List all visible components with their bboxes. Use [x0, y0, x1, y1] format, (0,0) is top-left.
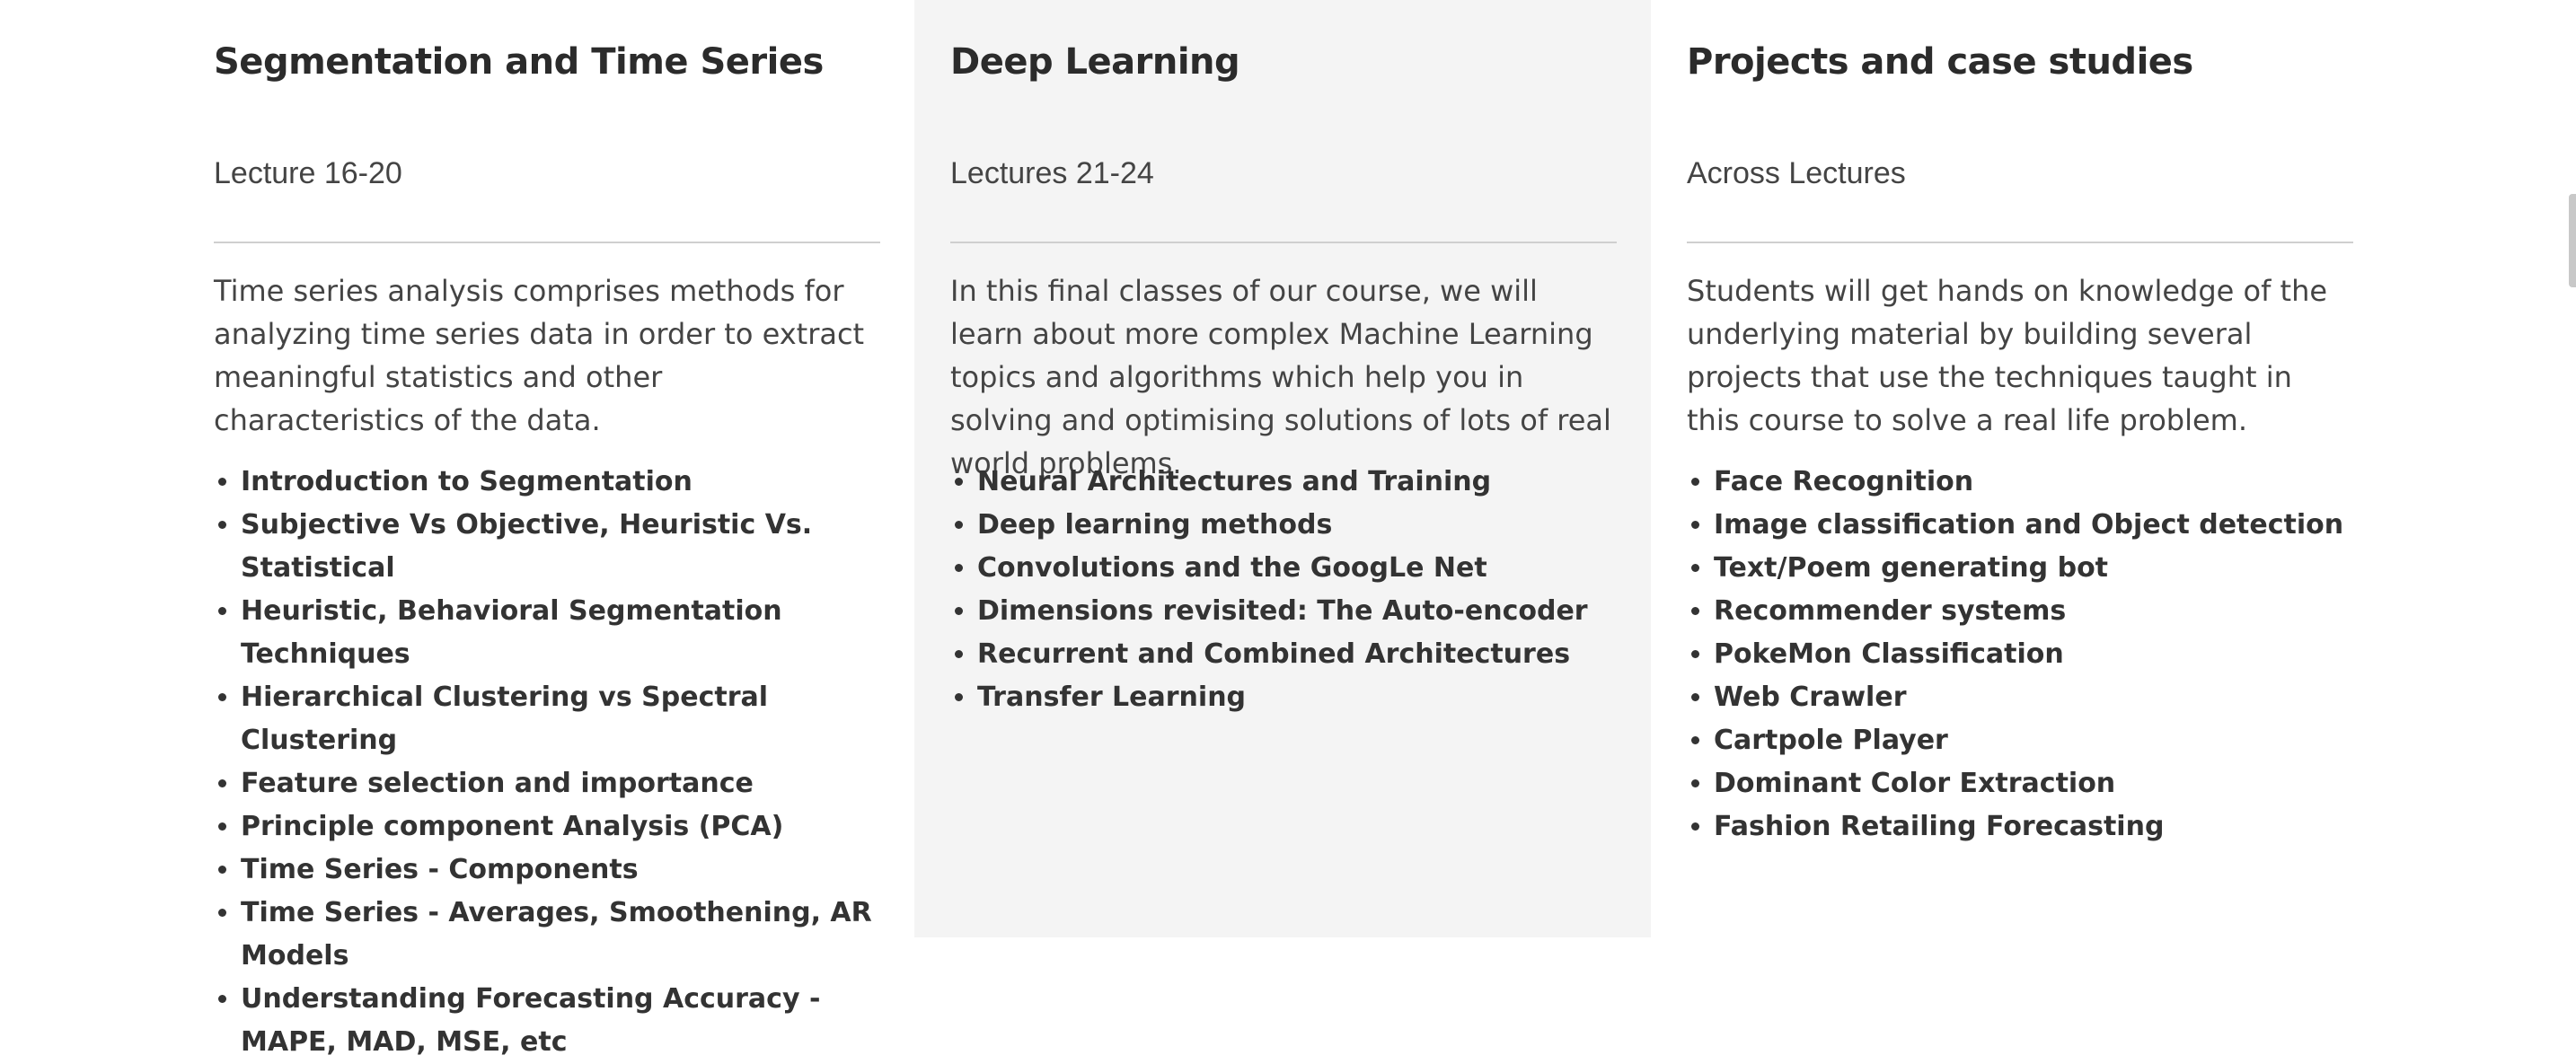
topic-item: Time Series - Components: [241, 849, 880, 892]
column-lecture-range: Across Lectures: [1687, 156, 1906, 190]
topic-item: Dominant Color Extraction: [1714, 762, 2353, 805]
topic-item: Web Crawler: [1714, 676, 2353, 719]
topic-item: Principle component Analysis (PCA): [241, 805, 880, 849]
column-title: Projects and case studies: [1687, 41, 2193, 83]
topic-item: Face Recognition: [1714, 461, 2353, 504]
topic-item: Image classification and Object detectio…: [1714, 504, 2353, 547]
column-description: Students will get hands on knowledge of …: [1687, 274, 2328, 437]
topic-item: Recommender systems: [1714, 590, 2353, 633]
topic-item: Cartpole Player: [1714, 719, 2353, 762]
topic-item: Deep learning methods: [977, 504, 1617, 547]
column-description: Time series analysis comprises methods f…: [214, 274, 865, 437]
topic-item: Transfer Learning: [977, 676, 1617, 719]
column-deep-learning: Deep Learning Lectures 21-24 In this fin…: [914, 0, 1651, 937]
column-divider: [1687, 242, 2353, 243]
topic-item: Text/Poem generating bot: [1714, 547, 2353, 590]
topic-item: PokeMon Classification: [1714, 633, 2353, 676]
topic-item: Fashion Retailing Forecasting: [1714, 805, 2353, 849]
topic-item: Heuristic, Behavioral Segmentation Techn…: [241, 590, 880, 676]
topic-list: Neural Architectures and Training Deep l…: [950, 461, 1617, 719]
scrollbar-thumb[interactable]: [2569, 194, 2576, 287]
column-divider: [950, 242, 1617, 243]
topic-item: Time Series - Averages, Smoothening, AR …: [241, 892, 880, 978]
column-lecture-range: Lecture 16-20: [214, 156, 402, 190]
topic-item: Neural Architectures and Training: [977, 461, 1617, 504]
topic-item: Recurrent and Combined Architectures: [977, 633, 1617, 676]
topic-item: Hierarchical Clustering vs Spectral Clus…: [241, 676, 880, 762]
column-projects-case-studies: Projects and case studies Across Lecture…: [1651, 0, 2576, 937]
curriculum-columns: Segmentation and Time Series Lecture 16-…: [0, 0, 2576, 1058]
column-divider: [214, 242, 880, 243]
topic-item: Convolutions and the GoogLe Net: [977, 547, 1617, 590]
topic-item: Introduction to Segmentation: [241, 461, 880, 504]
topic-item: Feature selection and importance: [241, 762, 880, 805]
topic-list: Introduction to Segmentation Subjective …: [214, 461, 880, 1064]
topic-list: Face Recognition Image classification an…: [1687, 461, 2353, 849]
topic-item: Dimensions revisited: The Auto-encoder: [977, 590, 1617, 633]
topic-item: Subjective Vs Objective, Heuristic Vs. S…: [241, 504, 880, 590]
column-title: Deep Learning: [950, 41, 1240, 83]
column-description: In this final classes of our course, we …: [950, 274, 1611, 480]
column-lecture-range: Lectures 21-24: [950, 156, 1154, 190]
column-segmentation-time-series: Segmentation and Time Series Lecture 16-…: [0, 0, 914, 1058]
topic-item: Understanding Forecasting Accuracy - MAP…: [241, 978, 880, 1064]
column-title: Segmentation and Time Series: [214, 41, 824, 83]
